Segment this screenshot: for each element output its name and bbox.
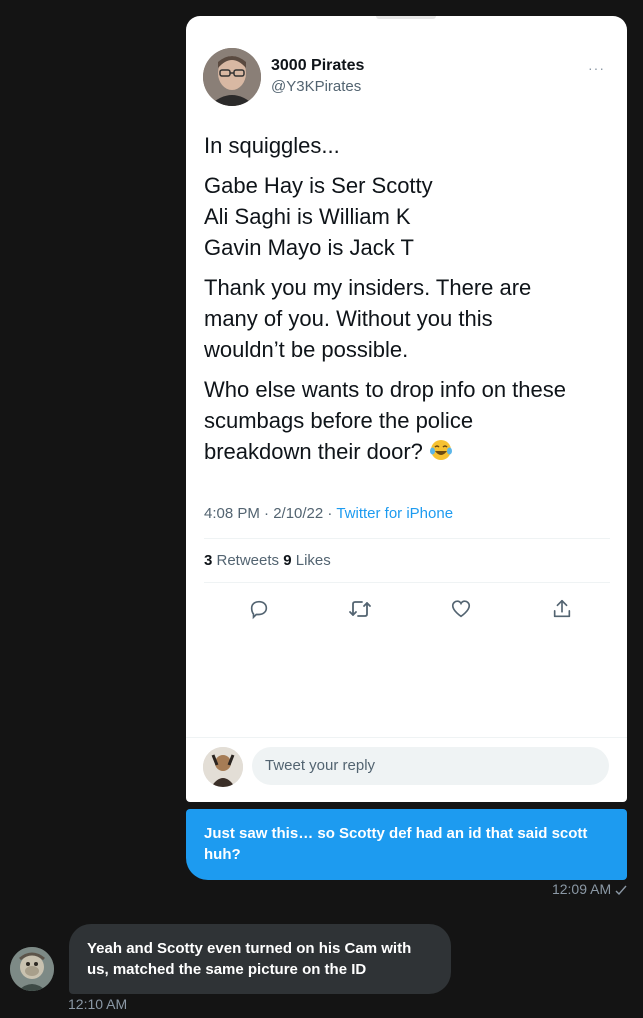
tweet-source: Twitter for iPhone	[336, 505, 454, 522]
retweets-label: Retweets	[212, 552, 284, 569]
sent-check-icon	[615, 881, 627, 897]
incoming-message-text: Yeah and Scotty even turned on his Cam w…	[87, 940, 412, 978]
sender-avatar[interactable]	[10, 947, 54, 991]
tweet-timestamp: 4:08 PM · 2/10/22 ·	[204, 505, 337, 522]
tweet-stats: 3 Retweets 9 Likes	[204, 552, 331, 569]
reply-icon	[244, 594, 274, 624]
likes-count: 9	[283, 552, 292, 569]
like-icon	[446, 594, 476, 624]
screenshot-notch	[376, 16, 436, 19]
more-options-icon: ···	[588, 60, 605, 76]
incoming-message-time: 12:10 AM	[68, 996, 128, 1012]
divider	[204, 582, 610, 583]
outgoing-message-time: 12:09 AM	[552, 881, 627, 897]
tweet-paragraph: In squiggles...	[204, 130, 614, 161]
tweet-line: wouldn’t be possible.	[204, 337, 409, 362]
incoming-message-bubble[interactable]: Yeah and Scotty even turned on his Cam w…	[69, 924, 451, 994]
dm-conversation: 3000 Pirates @Y3KPirates ··· In squiggle…	[0, 0, 643, 1018]
outgoing-message-bubble[interactable]: Just saw this… so Scotty def had an id t…	[186, 809, 627, 880]
tweet-reply-field: Tweet your reply	[252, 747, 609, 785]
likes-label: Likes	[291, 552, 331, 569]
laughing-tears-emoji-icon	[429, 438, 453, 470]
tweet-text: In squiggles... Gabe Hay is Ser Scotty A…	[204, 130, 614, 479]
tweet-paragraph: Gabe Hay is Ser Scotty Ali Saghi is Will…	[204, 170, 614, 263]
tweet-action-bar	[204, 594, 610, 624]
tweet-line: breakdown their door?	[204, 436, 614, 470]
reply-user-avatar	[203, 747, 243, 787]
tweet-author-handle: @Y3KPirates	[271, 78, 362, 95]
tweet-line: scumbags before the police	[204, 408, 474, 433]
tweet-line: In squiggles...	[204, 133, 340, 158]
reply-bar: Tweet your reply	[186, 737, 627, 802]
tweet-line: many of you. Without you this	[204, 306, 493, 331]
retweet-icon	[345, 594, 375, 624]
tweet-line: Who else wants to drop info on these	[204, 377, 566, 402]
share-icon	[547, 594, 577, 624]
divider	[204, 538, 610, 539]
tweet-paragraph: Thank you my insiders. There are many of…	[204, 272, 614, 365]
outgoing-message-text: Just saw this… so Scotty def had an id t…	[204, 825, 588, 863]
tweet-line: Gavin Mayo is Jack T	[204, 235, 414, 260]
tweet-author-avatar	[203, 48, 261, 106]
tweet-line: Ali Saghi is William K	[204, 204, 411, 229]
message-timestamp: 12:09 AM	[551, 881, 612, 897]
tweet-timestamp-line: 4:08 PM · 2/10/22 · Twitter for iPhone	[204, 505, 453, 522]
tweet-line: Thank you my insiders. There are	[204, 275, 532, 300]
tweet-paragraph: Who else wants to drop info on these scu…	[204, 374, 614, 470]
tweet-author-name: 3000 Pirates	[271, 57, 365, 74]
tweet-line-text: breakdown their door?	[204, 439, 423, 464]
shared-tweet-image[interactable]: 3000 Pirates @Y3KPirates ··· In squiggle…	[186, 16, 627, 802]
tweet-line: Gabe Hay is Ser Scotty	[204, 173, 433, 198]
